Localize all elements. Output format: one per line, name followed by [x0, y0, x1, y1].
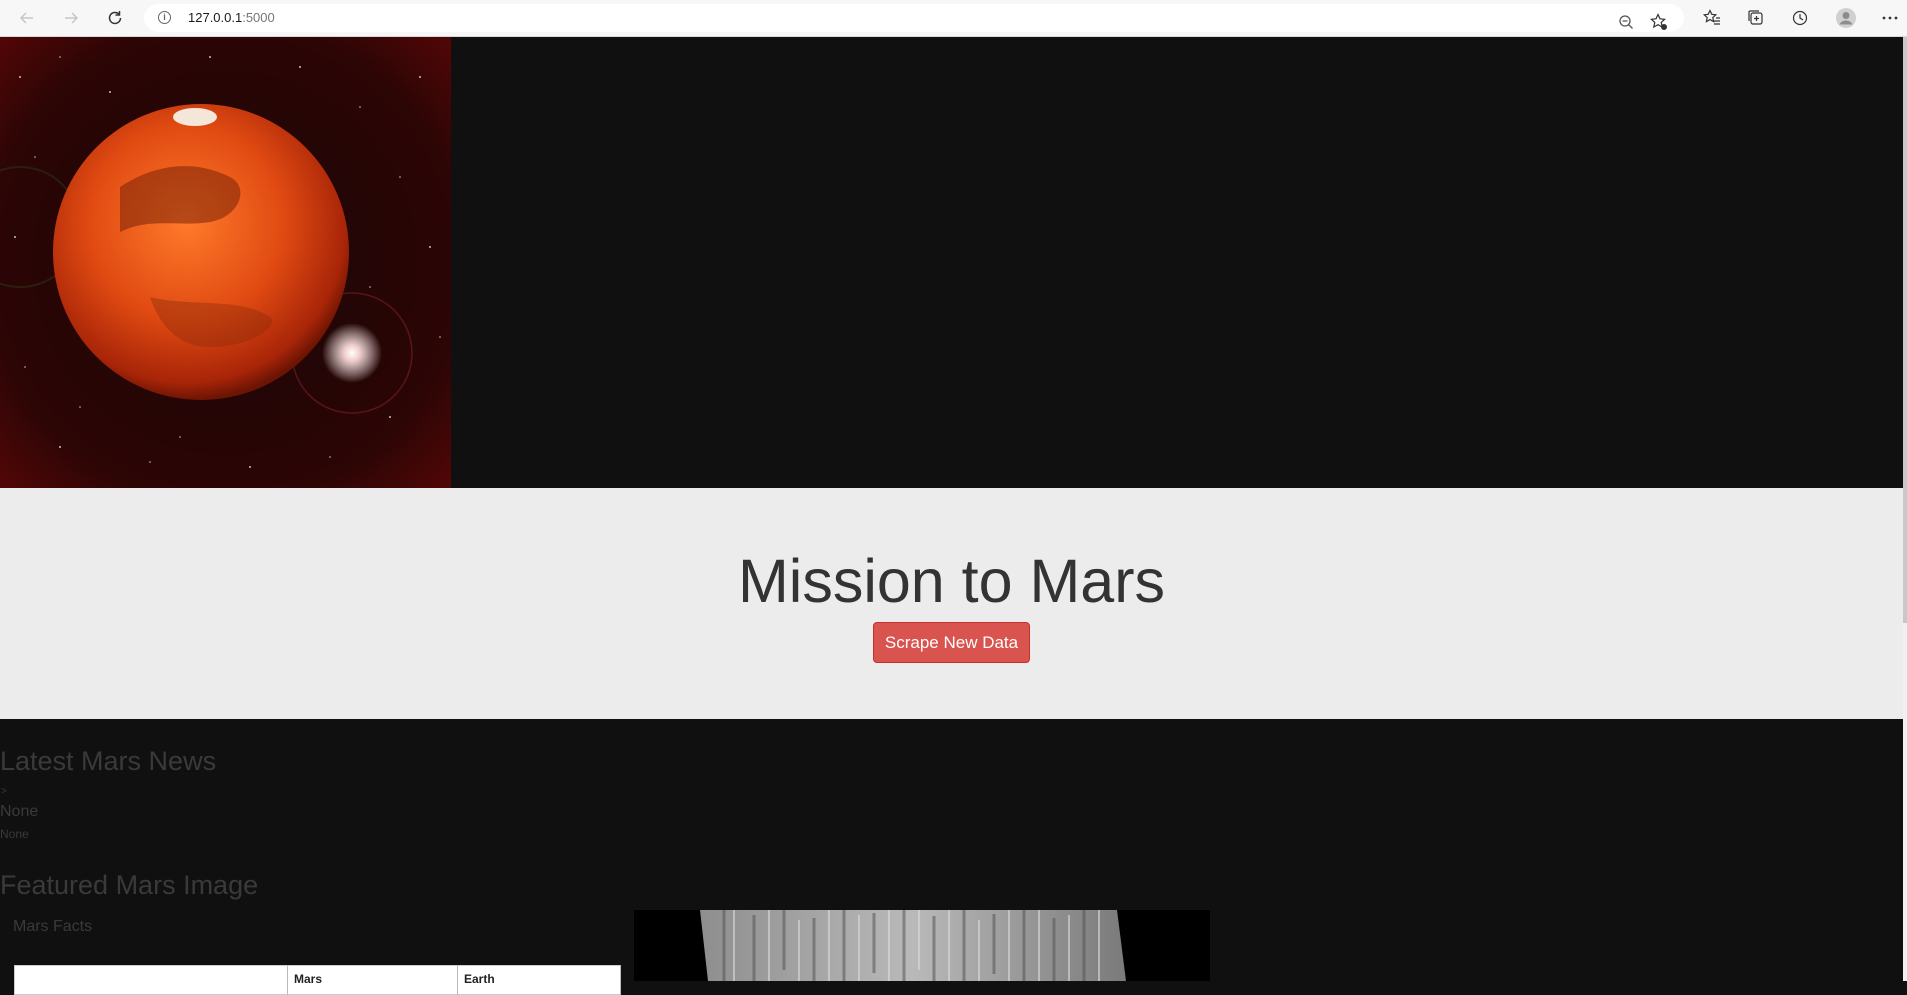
content-section: Latest Mars News > None None Featured Ma… [0, 719, 1903, 995]
browser-toolbar: i 127.0.0.1:5000 [0, 0, 1907, 37]
back-icon [19, 12, 33, 24]
page-title: Mission to Mars [737, 547, 1166, 615]
table-header-cell [14, 965, 288, 995]
favorites-icon [1703, 9, 1720, 25]
favorite-add-icon [1650, 13, 1667, 30]
news-caret: > [1, 786, 7, 797]
zoom-out-icon [1619, 15, 1633, 29]
forward-icon [65, 12, 79, 24]
jumbotron: Mission to Mars Scrape New Data [0, 488, 1903, 719]
featured-mars-image [634, 910, 1210, 981]
info-icon[interactable]: i [158, 11, 171, 24]
table-header-row: Mars Earth [14, 965, 621, 995]
back-button[interactable] [14, 6, 40, 30]
profile-button[interactable] [1834, 7, 1858, 29]
collections-button[interactable] [1744, 7, 1768, 29]
featured-image-heading: Featured Mars Image [0, 870, 259, 900]
vertical-scrollbar[interactable] [1903, 37, 1907, 981]
add-favorite-button[interactable] [1647, 11, 1671, 33]
news-title: None [0, 803, 39, 820]
scrape-new-data-button[interactable]: Scrape New Data [873, 622, 1030, 663]
news-paragraph: None [0, 827, 29, 841]
news-heading: Latest Mars News [0, 746, 217, 776]
zoom-out-button[interactable] [1614, 11, 1638, 33]
mars-hero-image [0, 37, 451, 488]
forward-button[interactable] [58, 6, 84, 30]
more-icon [1882, 16, 1898, 20]
scrollbar-thumb[interactable] [1903, 37, 1907, 623]
history-icon [1792, 10, 1808, 26]
table-header-cell: Earth [457, 965, 621, 995]
collections-icon [1748, 10, 1763, 25]
hero-section [0, 37, 1903, 488]
history-button[interactable] [1788, 7, 1812, 29]
table-header-cell: Mars [287, 965, 458, 995]
reload-icon [108, 11, 122, 25]
more-button[interactable] [1878, 7, 1902, 29]
address-bar[interactable]: i 127.0.0.1:5000 [144, 4, 1684, 32]
mars-facts-label: Mars Facts [13, 918, 93, 935]
reload-button[interactable] [102, 6, 128, 30]
favorites-button[interactable] [1700, 7, 1724, 29]
url-text[interactable]: 127.0.0.1:5000 [188, 10, 275, 25]
mars-facts-table: Mars Earth [14, 965, 621, 995]
profile-icon [1836, 8, 1856, 28]
